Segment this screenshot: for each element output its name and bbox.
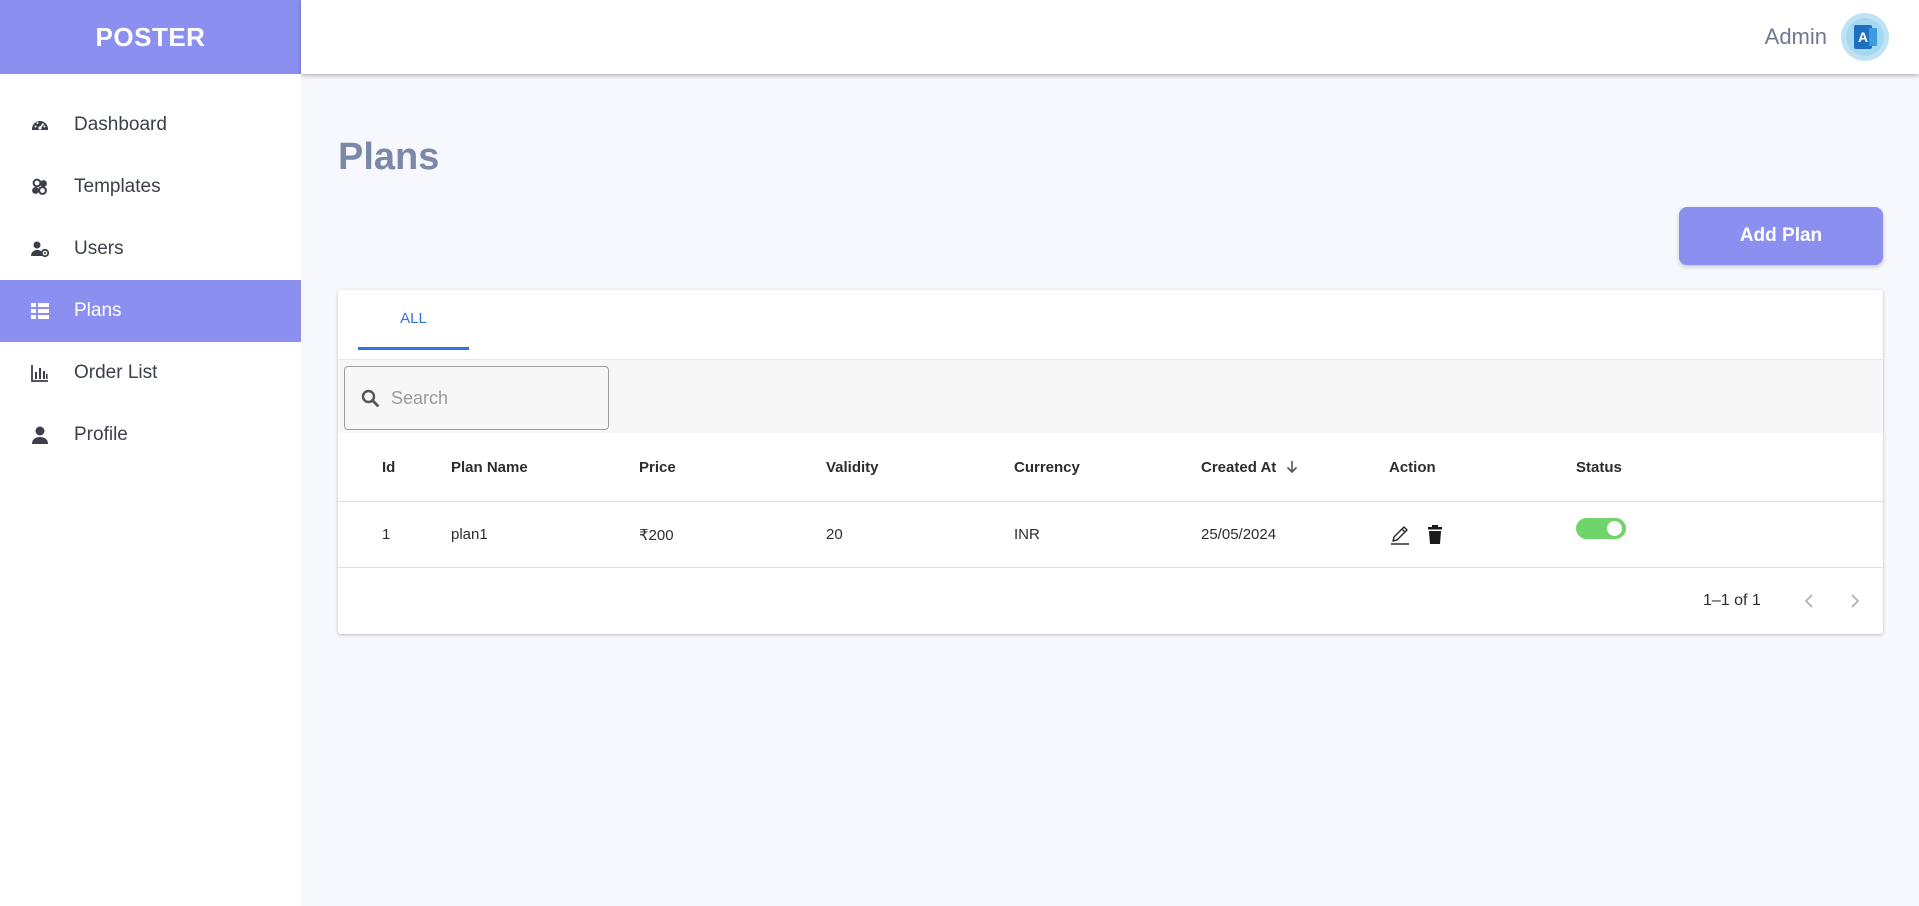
next-page-button[interactable] (1848, 568, 1862, 634)
column-header-validity[interactable]: Validity (826, 433, 879, 501)
tab-bar: ALL (338, 290, 1883, 360)
sidebar-item-label: Order List (74, 362, 158, 383)
plans-table-card: ALL Id Plan Name Price Validity Currency… (338, 290, 1883, 634)
status-toggle[interactable] (1576, 518, 1626, 539)
dashboard-icon (30, 115, 50, 135)
cell-created-at: 25/05/2024 (1201, 526, 1277, 543)
sidebar-item-label: Users (74, 238, 124, 259)
top-header: Admin A (301, 0, 1919, 74)
add-plan-button[interactable]: Add Plan (1679, 207, 1883, 265)
profile-icon (30, 425, 50, 445)
edit-icon[interactable] (1389, 524, 1411, 546)
search-input[interactable] (391, 387, 591, 409)
column-header-id[interactable]: Id (382, 433, 395, 501)
sort-arrow-down-icon[interactable] (1284, 459, 1300, 475)
templates-icon (30, 177, 50, 197)
user-name: Admin (1764, 24, 1827, 49)
table-toolbar (338, 360, 1883, 433)
chevron-right-icon (1851, 594, 1860, 608)
pagination-label: 1–1 of 1 (1703, 592, 1761, 609)
sidebar-item-label: Profile (74, 424, 128, 445)
table-pagination: 1–1 of 1 (338, 568, 1883, 634)
sidebar-item-templates[interactable]: Templates (0, 156, 301, 218)
cell-currency: INR (1014, 526, 1040, 543)
cell-price: ₹200 (639, 526, 674, 544)
delete-icon[interactable] (1425, 524, 1445, 546)
cell-plan-name: plan1 (451, 526, 488, 543)
column-header-price[interactable]: Price (639, 433, 676, 501)
search-icon (361, 389, 379, 407)
users-icon (30, 239, 50, 259)
sidebar-item-label: Plans (74, 300, 122, 321)
cell-id: 1 (382, 526, 391, 543)
prev-page-button[interactable] (1802, 568, 1816, 634)
avatar[interactable]: A (1841, 13, 1889, 61)
plans-icon (30, 301, 50, 321)
column-header-currency[interactable]: Currency (1014, 433, 1080, 501)
page-title: Plans (338, 136, 440, 178)
search-box[interactable] (344, 366, 609, 430)
column-header-status[interactable]: Status (1576, 433, 1622, 501)
sidebar-item-order-list[interactable]: Order List (0, 342, 301, 404)
sidebar-item-label: Templates (74, 176, 161, 197)
sidebar-item-label: Dashboard (74, 114, 167, 135)
avatar-letter: A (1858, 29, 1868, 45)
sidebar-item-plans[interactable]: Plans (0, 280, 301, 342)
column-header-created-at[interactable]: Created At (1201, 433, 1300, 501)
sidebar-item-profile[interactable]: Profile (0, 404, 301, 466)
sidebar: Dashboard Templates Users Plans Order Li… (0, 74, 301, 906)
table-row[interactable]: 1 plan1 ₹200 20 INR 25/05/2024 (338, 502, 1883, 568)
toggle-knob (1607, 521, 1622, 536)
column-header-action: Action (1389, 458, 1436, 476)
chart-icon (30, 363, 50, 383)
cell-action (1389, 502, 1445, 567)
column-header-plan-name[interactable]: Plan Name (451, 433, 528, 501)
sidebar-item-users[interactable]: Users (0, 218, 301, 280)
sidebar-item-dashboard[interactable]: Dashboard (0, 94, 301, 156)
avatar-icon: A (1846, 18, 1884, 56)
tab-all[interactable]: ALL (358, 290, 469, 350)
table-header: Id Plan Name Price Validity Currency Cre… (338, 433, 1883, 502)
column-header-created-at-label: Created At (1201, 458, 1277, 476)
cell-validity: 20 (826, 526, 843, 543)
brand-logo[interactable]: POSTER (0, 0, 301, 74)
brand-name: POSTER (95, 21, 206, 52)
cell-status (1576, 502, 1626, 567)
chevron-left-icon (1804, 594, 1813, 608)
